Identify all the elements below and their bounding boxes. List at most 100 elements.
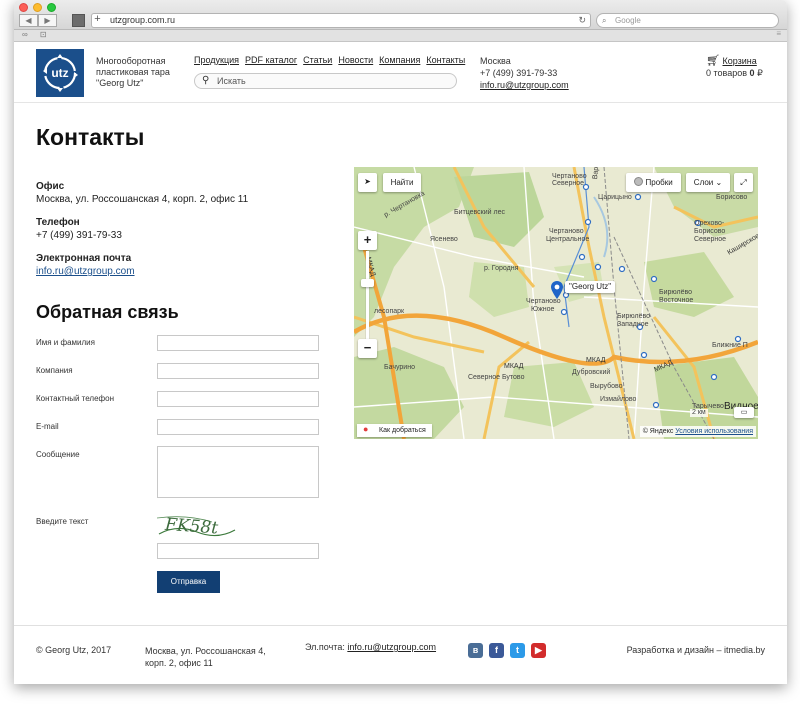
youtube-icon[interactable]: ▶ xyxy=(531,643,546,658)
ruler-button[interactable]: ▭ xyxy=(734,407,754,418)
tagline-line: "Georg Utz" xyxy=(96,78,144,88)
tagline-line: Многооборотная xyxy=(96,56,166,66)
email-link[interactable]: info.ru@utzgroup.com xyxy=(36,266,135,277)
chevron-down-icon: ⌄ xyxy=(715,178,723,187)
reading-list-icon[interactable]: ∞ ⊡ xyxy=(22,30,52,39)
menu-item-pdf-catalog[interactable]: PDF каталог xyxy=(245,55,297,65)
map-copyright-text: © Яндекс xyxy=(642,428,674,435)
cart-icon[interactable]: 🛒︎ xyxy=(706,55,720,67)
url-text: utzgroup.com.ru xyxy=(110,15,176,25)
scale-label: 2 км xyxy=(690,409,708,417)
browser-window: ◀ ▶ utzgroup.com.ru ↻ + ⌕ Google ∞ ⊡ ≡ u… xyxy=(14,0,787,684)
traffic-icon xyxy=(634,177,644,186)
menu-item-contacts[interactable]: Контакты xyxy=(426,55,465,65)
yandex-map[interactable]: Чертаново Северное Чертаново Центральное… xyxy=(354,167,758,439)
zoom-in-button[interactable]: + xyxy=(358,231,377,250)
company-label: Компания xyxy=(36,366,73,375)
menu-item-company[interactable]: Компания xyxy=(379,55,420,65)
menu-item-products[interactable]: Продукция xyxy=(194,55,239,65)
map-copyright: © Яндекс Условия использования xyxy=(639,426,756,437)
phone-value: +7 (499) 391-79-33 xyxy=(36,230,122,241)
geolocation-button[interactable]: ➤ xyxy=(358,173,377,192)
header-contacts: Москва +7 (499) 391-79-33 info.ru@utzgro… xyxy=(480,55,569,91)
name-field[interactable] xyxy=(157,335,319,351)
zoom-slider[interactable] xyxy=(366,251,369,339)
menu-item-news[interactable]: Новости xyxy=(338,55,373,65)
expand-icon: ⤢ xyxy=(740,178,747,187)
header-city: Москва xyxy=(480,56,511,66)
place-label: Битцевский лес xyxy=(454,209,505,216)
place-label: лесопарк xyxy=(374,308,405,315)
place-label: Бирюлёво xyxy=(617,313,651,320)
site-search-input[interactable]: ⚲ Искать xyxy=(194,73,457,89)
bookmarks-overflow-icon[interactable]: ≡ xyxy=(776,29,781,38)
message-field[interactable] xyxy=(157,446,319,498)
email-field-label: E-mail xyxy=(36,422,59,431)
place-label: Борисово xyxy=(716,194,748,201)
twitter-icon[interactable]: t xyxy=(510,643,525,658)
place-label: Измайлово xyxy=(600,396,637,403)
cart-widget[interactable]: 🛒︎ Корзина 0 товаров 0 ₽ xyxy=(706,55,763,79)
search-icon: ⚲ xyxy=(202,75,210,86)
reload-icon[interactable]: ↻ xyxy=(578,14,586,27)
captcha-label: Введите текст xyxy=(36,517,89,526)
vk-icon[interactable]: в xyxy=(468,643,483,658)
sidebar-toggle-button[interactable] xyxy=(72,14,85,27)
layers-button[interactable]: Слои ⌄ xyxy=(686,173,730,192)
route-button[interactable]: ● Как добраться xyxy=(357,424,432,437)
location-arrow-icon: ➤ xyxy=(364,177,371,186)
browser-search-placeholder: Google xyxy=(615,16,641,25)
phone-label: Телефон xyxy=(36,217,80,228)
footer-address-line: Москва, ул. Россошанская 4, xyxy=(145,646,266,656)
find-button[interactable]: Найти xyxy=(383,173,421,192)
place-label: Вырубово xyxy=(590,383,623,390)
header-email-link[interactable]: info.ru@utzgroup.com xyxy=(480,79,569,91)
tagline-line: пластиковая тара xyxy=(96,67,170,77)
place-label: р. Городня xyxy=(484,265,519,272)
browser-search-field[interactable]: ⌕ Google xyxy=(596,13,779,28)
office-label: Офис xyxy=(36,181,65,192)
new-tab-button[interactable]: + xyxy=(91,14,104,27)
footer-email-link[interactable]: info.ru@utzgroup.com xyxy=(347,642,436,652)
route-label: Как добраться xyxy=(379,427,426,434)
phone-field[interactable] xyxy=(157,391,319,407)
email-field[interactable] xyxy=(157,419,319,435)
message-label: Сообщение xyxy=(36,450,80,459)
submit-button[interactable]: Отправка xyxy=(157,571,220,593)
address-bar[interactable]: utzgroup.com.ru ↻ xyxy=(91,13,591,28)
zoom-window-button[interactable] xyxy=(47,3,56,12)
place-label: Северное xyxy=(552,180,585,187)
zoom-slider-handle[interactable] xyxy=(361,279,374,287)
traffic-button[interactable]: Пробки xyxy=(626,173,681,192)
ruler-icon: ▭ xyxy=(740,409,748,416)
close-window-button[interactable] xyxy=(19,3,28,12)
zoom-out-button[interactable]: − xyxy=(358,339,377,358)
menu-item-articles[interactable]: Статьи xyxy=(303,55,332,65)
cart-total: 0 xyxy=(749,68,755,78)
office-value: Москва, ул. Россошанская 4, корп. 2, офи… xyxy=(36,194,249,205)
facebook-icon[interactable]: f xyxy=(489,643,504,658)
developer-credit[interactable]: Разработка и дизайн – itmedia.by xyxy=(627,645,765,655)
place-label: Северное Бутово xyxy=(468,374,525,381)
footer-address: Москва, ул. Россошанская 4, корп. 2, офи… xyxy=(145,645,275,669)
cart-link[interactable]: Корзина xyxy=(722,56,756,66)
forward-button[interactable]: ▶ xyxy=(38,14,57,27)
place-label: Ближние П xyxy=(712,342,748,349)
captcha-image: FK58t xyxy=(156,510,237,542)
phone-field-label: Контактный телефон xyxy=(36,394,114,403)
minimize-window-button[interactable] xyxy=(33,3,42,12)
route-pin-icon: ● xyxy=(363,424,369,434)
logo[interactable]: utz xyxy=(36,49,84,97)
header-phone: +7 (499) 391-79-33 xyxy=(480,68,558,78)
place-label: Орехово- xyxy=(694,220,725,227)
utz-logo-icon: utz xyxy=(43,54,78,92)
company-field[interactable] xyxy=(157,363,319,379)
fullscreen-button[interactable]: ⤢ xyxy=(734,173,753,192)
map-terms-link[interactable]: Условия использования xyxy=(675,428,753,435)
history-nav: ◀ ▶ xyxy=(19,14,57,27)
road-label: МКАД xyxy=(504,363,524,370)
captcha-field[interactable] xyxy=(157,543,319,559)
site-footer: © Georg Utz, 2017 Москва, ул. Россошанск… xyxy=(14,625,787,684)
back-button[interactable]: ◀ xyxy=(19,14,38,27)
email-label: Электронная почта xyxy=(36,253,132,264)
